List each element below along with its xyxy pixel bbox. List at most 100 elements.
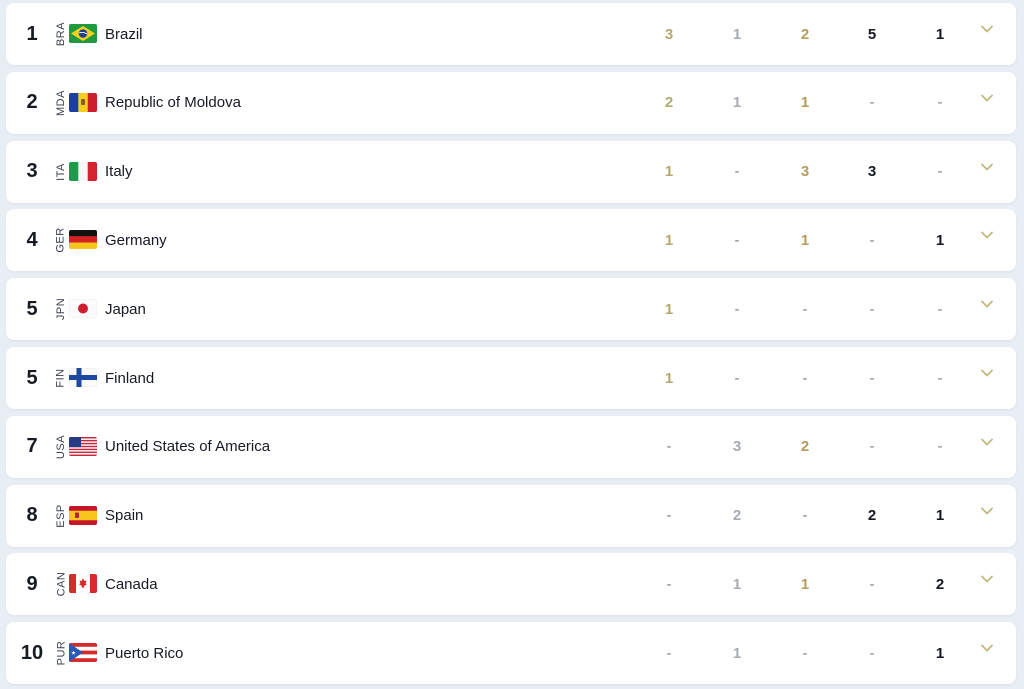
country-name: Puerto Rico (105, 644, 184, 662)
table-row[interactable]: 7 USA United States of America - 3 2 - - (6, 415, 1016, 478)
country-code-text: PUR (55, 640, 68, 666)
silver-count: - (734, 369, 740, 387)
col4-count: 5 (867, 25, 877, 43)
col5-count: - (937, 94, 943, 112)
col4-count: - (869, 438, 875, 456)
japan-flag-icon (69, 299, 97, 319)
gold-count: 1 (664, 163, 674, 181)
country-code: CAN (55, 562, 68, 606)
silver-count: 2 (732, 507, 742, 525)
col5-count: 2 (935, 575, 945, 593)
rank: 1 (26, 22, 38, 45)
bronze-count: 2 (800, 25, 810, 43)
rank: 2 (26, 91, 38, 114)
table-row[interactable]: 5 FIN Finland 1 - - - - (6, 347, 1016, 409)
finland-flag-icon (69, 368, 97, 387)
table-row[interactable]: 3 ITA Italy 1 - 3 3 - (6, 140, 1016, 203)
germany-flag-icon (69, 230, 97, 250)
gold-count: 3 (664, 25, 674, 43)
chevron-down-icon[interactable] (979, 434, 995, 450)
medal-table: 1 BRA Brazil 3 1 2 5 1 2 MDA Republic of Moldova 2 1… (0, 0, 1024, 689)
bronze-count: 2 (800, 438, 810, 456)
bronze-count: - (802, 507, 808, 525)
bronze-count: - (802, 300, 808, 318)
table-row[interactable]: 5 JPN Japan 1 - - - - (6, 278, 1016, 341)
country-code-text: ESP (55, 503, 68, 528)
chevron-down-icon[interactable] (979, 640, 995, 656)
table-row[interactable]: 8 ESP Spain - 2 - 2 1 (6, 484, 1016, 547)
gold-count: 1 (664, 231, 674, 249)
chevron-down-icon[interactable] (979, 159, 995, 175)
puerto-rico-flag-icon (69, 643, 97, 663)
country-code-text: USA (55, 434, 67, 459)
country-code: PUR (55, 631, 68, 675)
chevron-down-icon[interactable] (979, 503, 995, 519)
col4-count: - (869, 369, 875, 387)
rank: 3 (26, 160, 38, 183)
bronze-count: 1 (800, 231, 810, 249)
col5-count: 1 (935, 231, 945, 249)
silver-count: 1 (732, 644, 742, 662)
col5-count: 1 (935, 25, 945, 43)
country-code: USA (55, 425, 67, 469)
chevron-down-icon[interactable] (979, 571, 995, 587)
italy-flag-icon (69, 161, 97, 181)
col4-count: - (869, 300, 875, 318)
country-code: JPN (55, 287, 67, 331)
silver-count: - (734, 231, 740, 249)
col5-count: - (937, 300, 943, 318)
chevron-down-icon[interactable] (979, 227, 995, 243)
silver-count: - (734, 163, 740, 181)
col5-count: - (937, 163, 943, 181)
gold-count: - (666, 507, 672, 525)
chevron-down-icon[interactable] (979, 296, 995, 312)
country-code-text: ITA (55, 162, 68, 181)
country-name: United States of America (105, 438, 271, 456)
country-name: Germany (105, 231, 167, 249)
country-code: BRA (55, 12, 67, 56)
country-name: Canada (105, 575, 158, 593)
rank: 9 (26, 572, 38, 595)
gold-count: 1 (664, 300, 674, 318)
col4-count: - (869, 94, 875, 112)
country-code: ESP (55, 494, 68, 538)
table-row[interactable]: 2 MDA Republic of Moldova 2 1 1 - - (6, 71, 1016, 134)
col4-count: - (869, 575, 875, 593)
col4-count: 2 (867, 507, 877, 525)
rank: 7 (26, 435, 38, 458)
gold-count: 1 (664, 369, 674, 387)
gold-count: - (666, 438, 672, 456)
country-name: Brazil (105, 25, 143, 43)
table-row[interactable]: 1 BRA Brazil 3 1 2 5 1 (6, 3, 1016, 65)
bronze-count: 1 (800, 575, 810, 593)
canada-flag-icon (69, 574, 97, 594)
rank: 4 (26, 228, 38, 251)
rank: 5 (26, 297, 38, 320)
gold-count: - (666, 575, 672, 593)
country-code-text: JPN (55, 298, 67, 321)
country-code-text: CAN (55, 572, 68, 597)
chevron-down-icon[interactable] (979, 90, 995, 106)
country-name: Spain (105, 507, 144, 525)
gold-count: 2 (664, 94, 674, 112)
table-row[interactable]: 4 GER Germany 1 - 1 - 1 (6, 209, 1016, 272)
rank: 8 (26, 504, 38, 527)
col5-count: - (937, 438, 943, 456)
table-row[interactable]: 9 CAN Canada - 1 1 - 2 (6, 553, 1016, 616)
bronze-count: - (802, 369, 808, 387)
silver-count: 1 (732, 25, 742, 43)
country-name: Japan (105, 300, 146, 318)
chevron-down-icon[interactable] (979, 21, 995, 37)
table-row[interactable]: 10 PUR Puerto Rico - 1 - - 1 (6, 622, 1016, 685)
country-code-text: FIN (55, 368, 68, 388)
moldova-flag-icon (69, 92, 97, 112)
col4-count: - (869, 231, 875, 249)
col5-count: 1 (935, 507, 945, 525)
col4-count: 3 (867, 163, 877, 181)
silver-count: 3 (732, 438, 742, 456)
chevron-down-icon[interactable] (979, 365, 995, 381)
silver-count: - (734, 300, 740, 318)
rank: 5 (26, 366, 38, 389)
country-code: FIN (55, 356, 68, 400)
gold-count: - (666, 644, 672, 662)
